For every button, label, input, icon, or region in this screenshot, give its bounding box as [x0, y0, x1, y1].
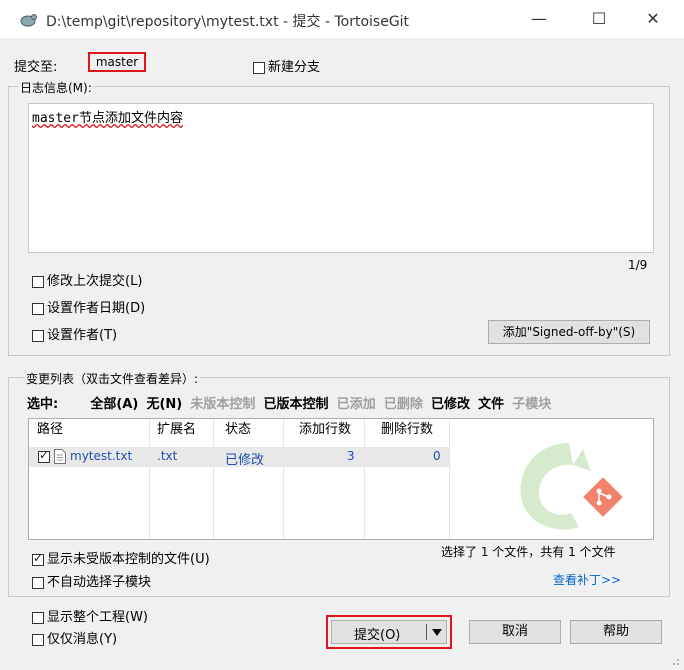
filter-versioned[interactable]: 已版本控制: [264, 397, 329, 412]
file-row-checkbox[interactable]: [38, 448, 50, 463]
file-row[interactable]: mytest.txt .txt 已修改 3 0: [29, 447, 449, 468]
log-message-text: master节点添加文件内容: [32, 111, 183, 126]
set-date-checkbox[interactable]: 设置作者日期(D): [32, 297, 145, 316]
file-extension: .txt: [157, 449, 178, 463]
show-unversioned-label: 显示未受版本控制的文件(U): [47, 552, 210, 567]
show-project-label: 显示整个工程(W): [47, 610, 148, 625]
changes-label: 变更列表（双击文件查看差异）:: [24, 370, 201, 387]
signoff-button[interactable]: 添加"Signed-off-by"(S): [488, 320, 650, 344]
column-divider: [449, 419, 450, 539]
close-button[interactable]: ✕: [630, 4, 676, 34]
commit-split-button[interactable]: 提交(O): [331, 620, 447, 644]
help-button[interactable]: 帮助: [570, 620, 662, 644]
amend-checkbox[interactable]: 修改上次提交(L): [32, 270, 142, 289]
file-path: mytest.txt: [70, 449, 133, 463]
commit-button-label[interactable]: 提交(O): [354, 624, 400, 643]
column-divider: [283, 419, 284, 539]
filter-unversioned[interactable]: 未版本控制: [190, 397, 255, 412]
filter-modified[interactable]: 已修改: [431, 397, 470, 412]
tortoisegit-app-icon: [20, 14, 37, 27]
amend-checkbox-box[interactable]: [32, 275, 44, 288]
split-divider: [426, 624, 427, 640]
message-only-label: 仅仅消息(Y): [47, 632, 118, 647]
no-auto-submodule-checkbox-box[interactable]: [32, 576, 44, 589]
dropdown-arrow-icon[interactable]: [432, 629, 442, 636]
filter-deleted[interactable]: 已删除: [384, 397, 423, 412]
set-date-checkbox-box[interactable]: [32, 302, 44, 315]
window-title: D:\temp\git\repository\mytest.txt - 提交 -…: [46, 14, 410, 30]
view-patch-link[interactable]: 查看补丁>>: [553, 571, 621, 588]
file-list[interactable]: 路径 扩展名 状态 添加行数 删除行数 mytest.txt .txt 已修改 …: [28, 418, 654, 540]
minimize-button[interactable]: —: [516, 4, 562, 34]
filter-none[interactable]: 无(N): [146, 397, 182, 412]
log-label: 日志信息(M):: [18, 79, 94, 96]
branch-name[interactable]: master: [88, 52, 146, 72]
message-only-checkbox-box[interactable]: [32, 633, 44, 646]
set-author-checkbox[interactable]: 设置作者(T): [32, 324, 117, 343]
amend-label: 修改上次提交(L): [47, 274, 143, 289]
selection-summary: 选择了 1 个文件，共有 1 个文件: [441, 545, 616, 559]
column-header-extension[interactable]: 扩展名: [157, 419, 196, 441]
cancel-button[interactable]: 取消: [469, 620, 561, 644]
column-divider: [149, 419, 150, 539]
filter-all[interactable]: 全部(A): [90, 397, 138, 412]
set-date-label: 设置作者日期(D): [47, 301, 146, 316]
column-header-deleted-lines[interactable]: 删除行数: [381, 419, 433, 441]
message-counter: 1/9: [628, 258, 648, 272]
resize-grip-icon[interactable]: [668, 654, 680, 666]
filter-submodules[interactable]: 子模块: [512, 397, 551, 412]
set-author-label: 设置作者(T): [47, 328, 118, 343]
filter-files[interactable]: 文件: [478, 397, 504, 412]
column-header-path[interactable]: 路径: [37, 419, 63, 441]
column-divider: [213, 419, 214, 539]
show-unversioned-checkbox-box[interactable]: [32, 551, 44, 566]
filter-added[interactable]: 已添加: [337, 397, 376, 412]
show-project-checkbox-box[interactable]: [32, 611, 44, 624]
maximize-button[interactable]: ☐: [576, 4, 622, 34]
message-only-checkbox[interactable]: 仅仅消息(Y): [32, 628, 117, 647]
commit-to-label: 提交至:: [14, 60, 58, 75]
no-auto-submodule-checkbox[interactable]: 不自动选择子模块: [32, 571, 151, 590]
file-status: 已修改: [225, 453, 265, 468]
new-branch-checkbox[interactable]: 新建分支: [253, 56, 320, 75]
show-unversioned-checkbox[interactable]: 显示未受版本控制的文件(U): [32, 548, 210, 567]
show-project-checkbox[interactable]: 显示整个工程(W): [32, 606, 148, 625]
file-added-lines: 3: [347, 449, 355, 463]
set-author-checkbox-box[interactable]: [32, 329, 44, 342]
no-auto-submodule-label: 不自动选择子模块: [47, 575, 152, 590]
new-branch-label: 新建分支: [268, 60, 321, 75]
log-message-input[interactable]: master节点添加文件内容: [28, 103, 654, 253]
tortoisegit-watermark-logo: [520, 443, 623, 530]
new-branch-checkbox-box[interactable]: [253, 61, 265, 74]
filter-row: 选中: 全部(A) 无(N) 未版本控制 已版本控制 已添加 已删除 已修改 文…: [27, 393, 551, 412]
column-header-status[interactable]: 状态: [225, 419, 251, 441]
file-deleted-lines: 0: [433, 449, 441, 463]
column-header-added-lines[interactable]: 添加行数: [299, 419, 351, 441]
select-label: 选中:: [27, 397, 59, 412]
column-divider: [364, 419, 365, 539]
text-file-icon: [54, 449, 66, 464]
